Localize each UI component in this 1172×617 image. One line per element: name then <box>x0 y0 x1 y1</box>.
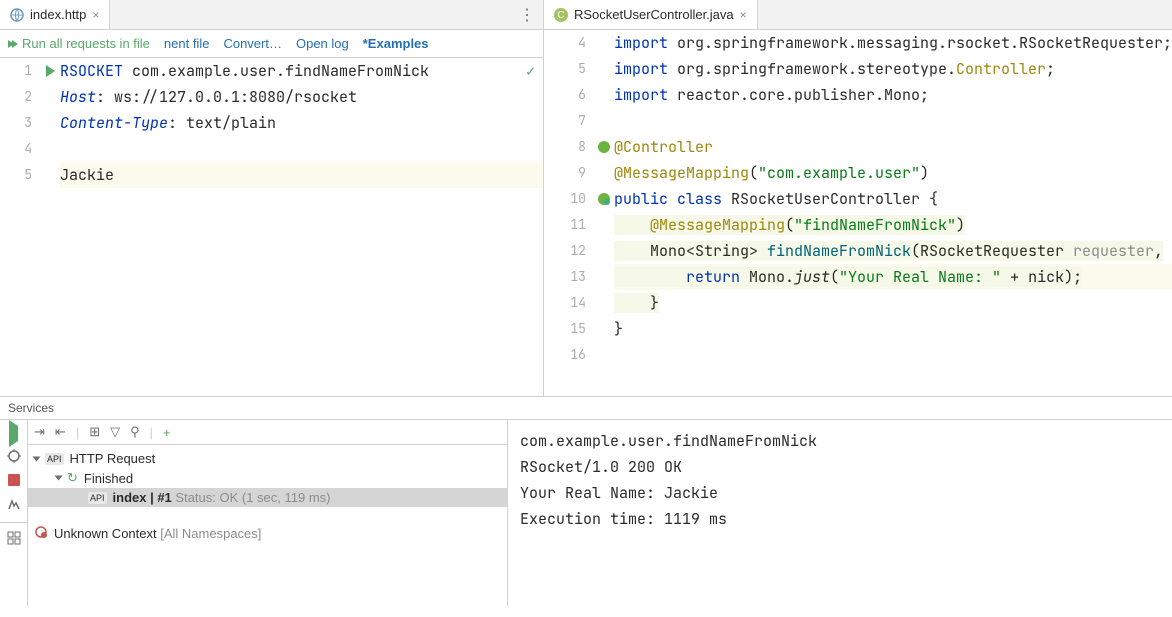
services-title: Services <box>0 397 1172 420</box>
tab-label: RSocketUserController.java <box>574 7 734 22</box>
tab-index-http[interactable]: index.http × <box>0 0 110 29</box>
tree-request-item[interactable]: API index | #1 Status: OK (1 sec, 119 ms… <box>28 488 507 507</box>
close-icon[interactable]: × <box>92 8 99 22</box>
context-icon <box>34 525 48 542</box>
java-class-icon: C <box>554 8 568 22</box>
left-editor[interactable]: 1 2 3 4 5 RSOCKET com.example.user.findN… <box>0 58 543 396</box>
http-toolbar: Run all requests in file nent file Conve… <box>0 30 543 58</box>
left-gutter: 1 2 3 4 5 <box>0 58 40 396</box>
right-marks <box>594 30 614 396</box>
examples-link[interactable]: *Examples <box>363 36 429 51</box>
services-output: com.example.user.findNameFromNick RSocke… <box>508 420 1172 606</box>
run-icon[interactable] <box>9 426 18 441</box>
spring-bean-icon[interactable] <box>594 134 614 160</box>
tab-overflow-icon[interactable]: ⋮ <box>511 5 543 25</box>
stop-icon[interactable] <box>8 474 20 489</box>
tab-label: index.http <box>30 7 86 22</box>
tree-unknown-context[interactable]: Unknown Context [All Namespaces] <box>28 523 507 544</box>
layout-icon[interactable] <box>7 531 21 548</box>
group-icon[interactable]: ⊞ <box>89 424 100 440</box>
run-all-button[interactable]: Run all requests in file <box>8 36 150 51</box>
expand-all-icon[interactable]: ⇥ <box>34 424 45 440</box>
pin-icon[interactable]: ⚲ <box>130 424 140 440</box>
chevron-down-icon <box>55 476 63 481</box>
debug-icon[interactable] <box>7 449 21 466</box>
convert-link[interactable]: Convert… <box>223 36 282 51</box>
tab-java-file[interactable]: C RSocketUserController.java × <box>544 0 758 29</box>
check-icon: ✓ <box>526 58 535 84</box>
right-editor[interactable]: 4 5 6 7 8 9 10 11 12 13 14 15 16 <box>544 30 1172 396</box>
run-all-label: Run all requests in file <box>22 36 150 51</box>
output-line: com.example.user.findNameFromNick <box>520 428 1160 454</box>
output-line: Your Real Name: Jackie <box>520 480 1160 506</box>
add-icon[interactable]: + <box>163 425 171 440</box>
services-panel: Services ⇥ ⇤ | ⊞ ▽ ⚲ | + <box>0 396 1172 606</box>
svg-text:C: C <box>557 10 564 21</box>
tree-http-request[interactable]: API HTTP Request <box>28 449 507 468</box>
run-gutter-icon[interactable] <box>46 65 55 77</box>
chevron-down-icon <box>33 456 41 461</box>
api-icon: API <box>45 453 64 465</box>
http-file-icon <box>10 8 24 22</box>
left-marks <box>40 58 60 396</box>
output-line: RSocket/1.0 200 OK <box>520 454 1160 480</box>
services-side-toolbar <box>0 420 28 606</box>
services-tree: API HTTP Request ↻ Finished API index | … <box>28 445 507 548</box>
services-toolbar: ⇥ ⇤ | ⊞ ▽ ⚲ | + <box>28 420 507 445</box>
right-tabs: C RSocketUserController.java × <box>544 0 1172 30</box>
open-log-link[interactable]: Open log <box>296 36 349 51</box>
left-tabs: index.http × ⋮ <box>0 0 543 30</box>
close-icon[interactable]: × <box>740 8 747 22</box>
right-gutter: 4 5 6 7 8 9 10 11 12 13 14 15 16 <box>544 30 594 396</box>
settings-icon[interactable] <box>7 497 21 514</box>
refresh-icon: ↻ <box>67 470 78 486</box>
api-icon: API <box>88 492 107 504</box>
collapse-all-icon[interactable]: ⇤ <box>55 424 66 440</box>
tree-finished[interactable]: ↻ Finished <box>28 468 507 488</box>
spring-mapping-icon[interactable] <box>594 186 614 212</box>
nent-file-link[interactable]: nent file <box>164 36 210 51</box>
output-line: Execution time: 1119 ms <box>520 506 1160 532</box>
filter-icon[interactable]: ▽ <box>110 424 120 440</box>
